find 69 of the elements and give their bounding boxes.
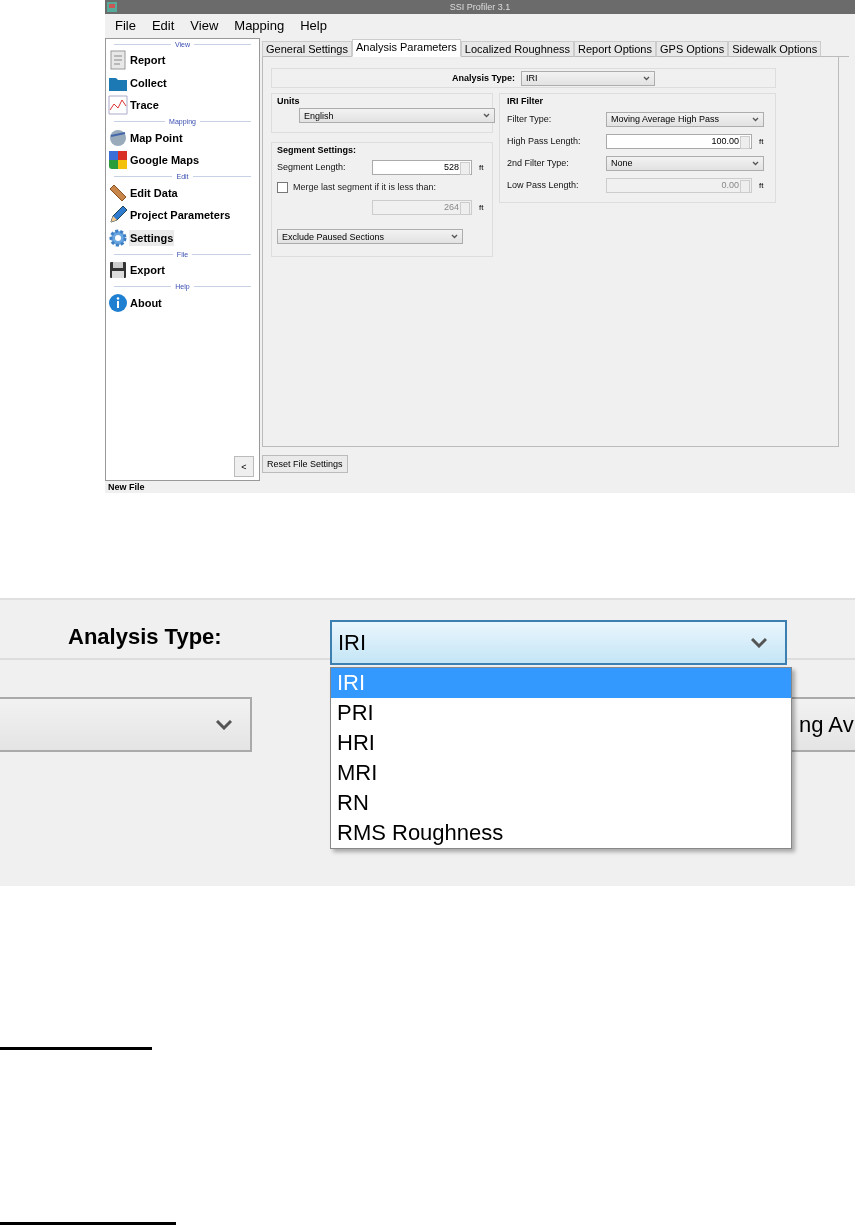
menu-item[interactable]: Edit [151,17,175,33]
window-title: SSI Profiler 3.1 [449,2,511,12]
dropdown-option[interactable]: HRI [331,728,791,758]
unit-label: ft [759,180,764,190]
field-label: 2nd Filter Type: [507,158,570,168]
unit-label: ft [759,136,764,146]
info-icon [108,292,128,313]
reset-file-settings-button[interactable]: Reset File Settings [262,455,348,473]
app-icon [107,2,117,12]
sidebar-item[interactable]: Settings [129,229,175,246]
chevron-icon [483,113,490,118]
field-label: Low Pass Length: [507,180,580,190]
tab[interactable]: Report Options [574,41,656,57]
dropdown-option[interactable]: RN [331,788,791,818]
filter-dropdown[interactable]: None [606,155,764,171]
field-label: Segment Length: [277,162,347,172]
analysis-type-label: Analysis Type: [68,624,223,650]
ruler-icon [108,182,128,203]
chevron-icon [752,116,759,122]
sidebar-item[interactable]: Edit Data [129,184,179,201]
tab[interactable]: Sidewalk Options [728,41,822,57]
sidebar-item[interactable]: Collect [129,74,168,91]
tab[interactable]: General Settings [262,41,352,57]
chevron-icon [642,75,650,81]
tab[interactable]: GPS Options [656,41,729,57]
dropdown-option[interactable]: PRI [331,698,791,728]
menu-item[interactable]: Help [300,17,327,33]
unit-label: ft [479,202,484,212]
group-title: Units [277,96,301,106]
segment-length-spinner[interactable]: 528 [372,159,472,175]
group-title: IRI Filter [507,96,544,106]
tab[interactable]: Analysis Parameters [351,39,461,57]
group-title: Segment Settings: [277,145,357,155]
checkbox[interactable] [277,181,288,193]
menu-item[interactable]: File [115,17,136,33]
field-label: Filter Type: [507,114,553,124]
settings-icon [108,227,128,248]
dropdown-option[interactable]: MRI [331,758,791,788]
chevron-icon [752,160,759,166]
filter-dropdown[interactable]: Moving Average High Pass [606,111,764,127]
paused-sections-dropdown[interactable]: Exclude Paused Sections [277,229,463,244]
field-label: High Pass Length: [507,136,582,146]
analysis-type-label: Analysis Type: [452,73,515,83]
status-text: New File [108,482,145,492]
document-icon [108,50,128,71]
analysis-type-dropdown[interactable]: IRI [330,620,787,665]
sidebar-item[interactable]: Map Point [129,129,184,146]
sidebar-item[interactable]: About [129,294,163,311]
line-chart-icon [108,95,128,116]
unit-label: ft [479,162,484,172]
sidebar-item[interactable]: Project Parameters [129,207,232,224]
dropdown-option[interactable]: RMS Roughness [331,818,791,848]
chevron-icon [216,719,232,730]
pencil-icon [108,205,128,226]
sidebar-item[interactable]: Trace [129,97,160,114]
sidebar-item[interactable]: Export [129,262,166,279]
analysis-type-dropdown[interactable]: IRI [520,70,655,86]
menu-item[interactable]: View [190,17,219,33]
chevron-icon [451,234,458,239]
length-spinner[interactable]: 100.00 [606,133,752,149]
sidebar-item[interactable]: Report [129,52,167,69]
checkbox-label: Merge last segment if it is less than: [293,182,437,192]
tab[interactable]: Localized Roughness [460,41,574,57]
chevron-icon [751,637,767,648]
collapse-button[interactable]: < [234,456,254,477]
globe-icon [108,127,128,148]
units-dropdown[interactable]: English [299,108,495,123]
menu-item[interactable]: Mapping [234,17,285,33]
sidebar-item[interactable]: Google Maps [129,152,201,169]
